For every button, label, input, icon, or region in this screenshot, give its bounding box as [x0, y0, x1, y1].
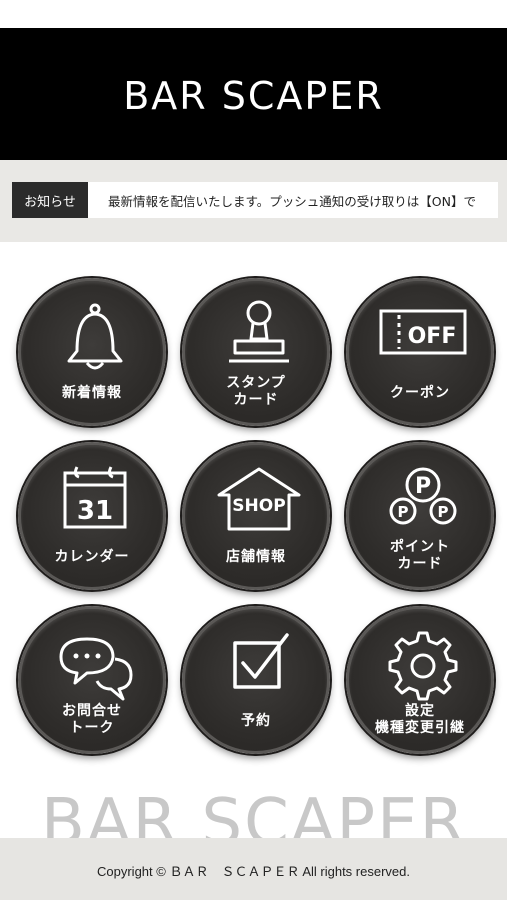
notice-ticker[interactable]: お知らせ 最新情報を配信いたします。プッシュ通知の受け取りは【ON】で [12, 182, 498, 218]
coupon-icon: OFF [379, 309, 467, 355]
menu-coupon-button[interactable]: OFF クーポン [346, 278, 494, 426]
notice-section: お知らせ 最新情報を配信いたします。プッシュ通知の受け取りは【ON】で [0, 160, 507, 242]
menu-contact-talk-button[interactable]: お問合せ トーク [18, 606, 166, 754]
menu-stamp-card-button[interactable]: スタンプ カード [182, 278, 330, 426]
menu-stamp-card-label: スタンプ カード [226, 375, 286, 408]
point-icon-text-small-left: P [398, 503, 409, 521]
menu-grid: 新着情報 スタンプ カード OFF クーポン 31 カレンダー SHOP 店舗情… [0, 270, 507, 760]
menu-settings-label: 設定 機種変更引継 [375, 703, 465, 736]
menu-news-label: 新着情報 [62, 385, 122, 401]
menu-point-card-label: ポイント カード [390, 539, 450, 572]
shop-icon: SHOP [217, 467, 301, 531]
coupon-icon-text: OFF [408, 324, 457, 349]
calendar-icon: 31 [63, 466, 127, 529]
footer-bar: Copyright © ＢＡＲ ＳＣＡＰＥＲ All rights reserv… [0, 838, 507, 900]
menu-contact-talk-label: お問合せ トーク [62, 703, 122, 736]
shop-icon-text: SHOP [232, 496, 285, 516]
app-header: BAR SCAPER [0, 28, 507, 160]
point-icon-text: P [415, 474, 431, 499]
calendar-icon-text: 31 [77, 496, 113, 526]
menu-point-card-button[interactable]: P P P ポイント カード [346, 442, 494, 590]
menu-reservation-button[interactable]: 予約 [182, 606, 330, 754]
menu-coupon-label: クーポン [390, 385, 450, 401]
menu-shop-info-button[interactable]: SHOP 店舗情報 [182, 442, 330, 590]
menu-news-button[interactable]: 新着情報 [18, 278, 166, 426]
bell-icon [67, 303, 123, 370]
point-icon-text-small-right: P [438, 503, 449, 521]
menu-reservation-label: 予約 [241, 713, 271, 729]
checkbox-icon [233, 633, 289, 689]
menu-calendar-label: カレンダー [54, 549, 130, 565]
notice-text: 最新情報を配信いたします。プッシュ通知の受け取りは【ON】で [108, 193, 476, 209]
app-title: BAR SCAPER [123, 74, 384, 118]
notice-label: お知らせ [12, 182, 88, 218]
menu-settings-button[interactable]: 設定 機種変更引継 [346, 606, 494, 754]
copyright-text: Copyright © ＢＡＲ ＳＣＡＰＥＲ All rights reserv… [97, 863, 410, 879]
menu-calendar-button[interactable]: 31 カレンダー [18, 442, 166, 590]
menu-shop-info-label: 店舗情報 [226, 549, 286, 565]
